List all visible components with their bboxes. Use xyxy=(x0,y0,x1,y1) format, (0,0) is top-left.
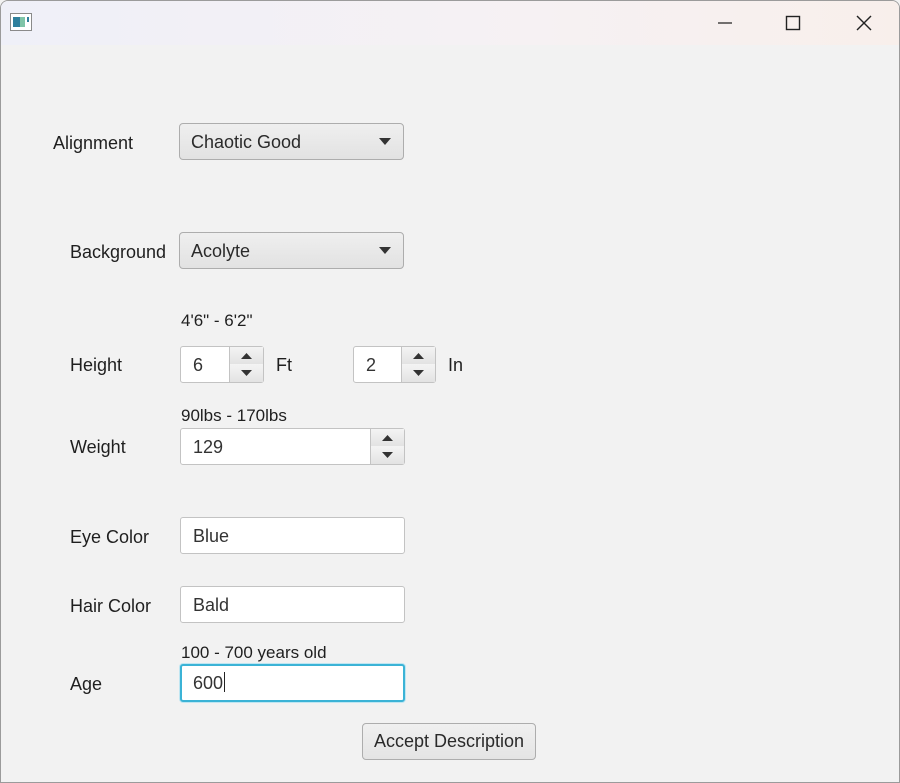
age-value: 600 xyxy=(193,673,224,693)
minimize-icon xyxy=(718,22,732,24)
spinner-buttons xyxy=(229,347,263,382)
text-caret xyxy=(224,672,226,692)
close-icon xyxy=(856,15,872,31)
increment-button[interactable] xyxy=(402,347,435,365)
arrow-down-icon xyxy=(382,452,393,458)
alignment-value: Chaotic Good xyxy=(191,132,302,152)
app-icon xyxy=(10,13,32,31)
arrow-up-icon xyxy=(413,352,424,359)
hair-color-value: Bald xyxy=(193,595,230,615)
hair-color-field[interactable]: Bald xyxy=(180,586,405,623)
background-combobox[interactable]: Acolyte xyxy=(179,232,404,269)
height-range-hint: 4'6" - 6'2" xyxy=(181,311,253,330)
weight-value: 129 xyxy=(193,437,224,457)
chevron-down-icon xyxy=(379,138,391,145)
height-inches-spinner[interactable]: 2 xyxy=(353,346,436,383)
weight-spinner[interactable]: 129 xyxy=(180,428,405,465)
app-window: Alignment Chaotic Good Background Acolyt… xyxy=(0,0,900,783)
height-label: Height xyxy=(70,355,123,375)
chevron-down-icon xyxy=(379,247,391,254)
hair-color-label: Hair Color xyxy=(70,596,152,616)
decrement-button[interactable] xyxy=(371,446,404,464)
background-value: Acolyte xyxy=(191,241,251,261)
height-feet-value: 6 xyxy=(193,355,204,375)
increment-button[interactable] xyxy=(371,429,404,447)
height-inches-value: 2 xyxy=(366,355,377,375)
maximize-icon xyxy=(785,15,801,31)
background-label: Background xyxy=(70,242,167,262)
arrow-up-icon xyxy=(241,352,252,359)
close-button[interactable] xyxy=(830,1,898,45)
age-field[interactable]: 600 xyxy=(180,664,405,702)
eye-color-field[interactable]: Blue xyxy=(180,517,405,554)
eye-color-value: Blue xyxy=(193,526,230,546)
height-feet-spinner[interactable]: 6 xyxy=(180,346,264,383)
title-bar[interactable] xyxy=(1,1,899,45)
eye-color-label: Eye Color xyxy=(70,527,150,547)
arrow-down-icon xyxy=(241,370,252,376)
weight-label: Weight xyxy=(70,437,126,457)
accept-description-button[interactable]: Accept Description xyxy=(362,723,536,760)
inches-unit-label: In xyxy=(448,355,464,375)
spinner-buttons xyxy=(370,429,404,464)
maximize-button[interactable] xyxy=(759,1,827,45)
minimize-button[interactable] xyxy=(691,1,759,45)
arrow-down-icon xyxy=(413,370,424,376)
decrement-button[interactable] xyxy=(230,364,263,382)
weight-range-hint: 90lbs - 170lbs xyxy=(181,406,287,425)
alignment-label: Alignment xyxy=(53,133,134,153)
alignment-combobox[interactable]: Chaotic Good xyxy=(179,123,404,160)
spinner-buttons xyxy=(401,347,435,382)
age-label: Age xyxy=(70,674,103,694)
increment-button[interactable] xyxy=(230,347,263,365)
feet-unit-label: Ft xyxy=(276,355,292,375)
decrement-button[interactable] xyxy=(402,364,435,382)
arrow-up-icon xyxy=(382,434,393,441)
age-range-hint: 100 - 700 years old xyxy=(181,643,327,662)
